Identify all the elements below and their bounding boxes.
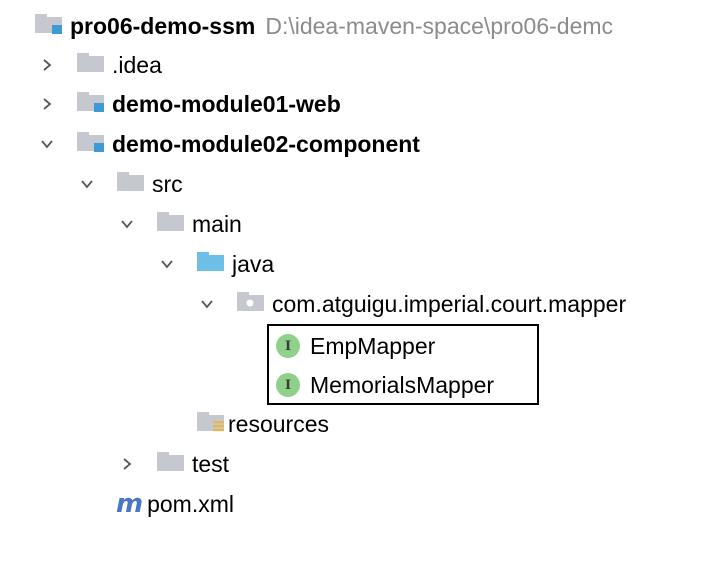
interface-label: EmpMapper: [310, 332, 436, 359]
module-label: demo-module02-component: [112, 130, 420, 157]
tree-row-project[interactable]: pro06-demo-ssm D:\idea-maven-space\pro06…: [34, 8, 613, 44]
project-name: pro06-demo-ssm: [70, 12, 256, 39]
chevron-down-icon[interactable]: [116, 213, 138, 235]
folder-icon: [116, 169, 146, 199]
tree-row-module-web[interactable]: demo-module01-web: [36, 86, 341, 122]
module-folder-icon: [34, 11, 64, 41]
folder-icon: [76, 50, 106, 80]
chevron-down-icon[interactable]: [76, 173, 98, 195]
tree-row-empmapper[interactable]: I EmpMapper: [276, 328, 435, 364]
maven-icon: m: [116, 489, 143, 519]
tree-row-main[interactable]: main: [116, 206, 242, 242]
folder-icon: [156, 209, 186, 239]
source-folder-icon: [196, 249, 226, 279]
chevron-right-icon[interactable]: [36, 54, 58, 76]
tree-row-pom[interactable]: m pom.xml: [116, 486, 234, 522]
interface-icon: I: [276, 373, 300, 397]
folder-icon: [156, 449, 186, 479]
folder-label: src: [152, 170, 183, 197]
tree-row-test[interactable]: test: [116, 446, 229, 482]
folder-label: java: [232, 250, 275, 277]
interface-label: MemorialsMapper: [310, 371, 495, 398]
folder-label: resources: [228, 410, 329, 437]
folder-label: test: [192, 450, 230, 477]
module-label: demo-module01-web: [112, 90, 341, 117]
tree-row-resources[interactable]: resources: [196, 406, 329, 442]
tree-row-idea[interactable]: .idea: [36, 47, 162, 83]
chevron-right-icon[interactable]: [36, 93, 58, 115]
tree-row-java[interactable]: java: [156, 246, 274, 282]
file-label: pom.xml: [147, 490, 234, 517]
package-icon: [236, 289, 266, 319]
folder-label: .idea: [112, 51, 162, 78]
chevron-down-icon[interactable]: [36, 133, 58, 155]
resources-folder-icon: [196, 409, 226, 439]
interface-icon: I: [276, 334, 300, 358]
chevron-down-icon[interactable]: [156, 253, 178, 275]
tree-row-src[interactable]: src: [76, 166, 183, 202]
project-path: D:\idea-maven-space\pro06-demc: [265, 12, 614, 39]
tree-row-package[interactable]: com.atguigu.imperial.court.mapper: [196, 286, 626, 322]
project-tree: pro06-demo-ssm D:\idea-maven-space\pro06…: [0, 0, 722, 588]
module-folder-icon: [76, 89, 106, 119]
tree-row-memorialsmapper[interactable]: I MemorialsMapper: [276, 367, 494, 403]
folder-label: main: [192, 210, 242, 237]
chevron-right-icon[interactable]: [116, 453, 138, 475]
chevron-down-icon[interactable]: [196, 293, 218, 315]
package-label: com.atguigu.imperial.court.mapper: [272, 290, 627, 317]
tree-row-module-component[interactable]: demo-module02-component: [36, 126, 420, 162]
module-folder-icon: [76, 129, 106, 159]
